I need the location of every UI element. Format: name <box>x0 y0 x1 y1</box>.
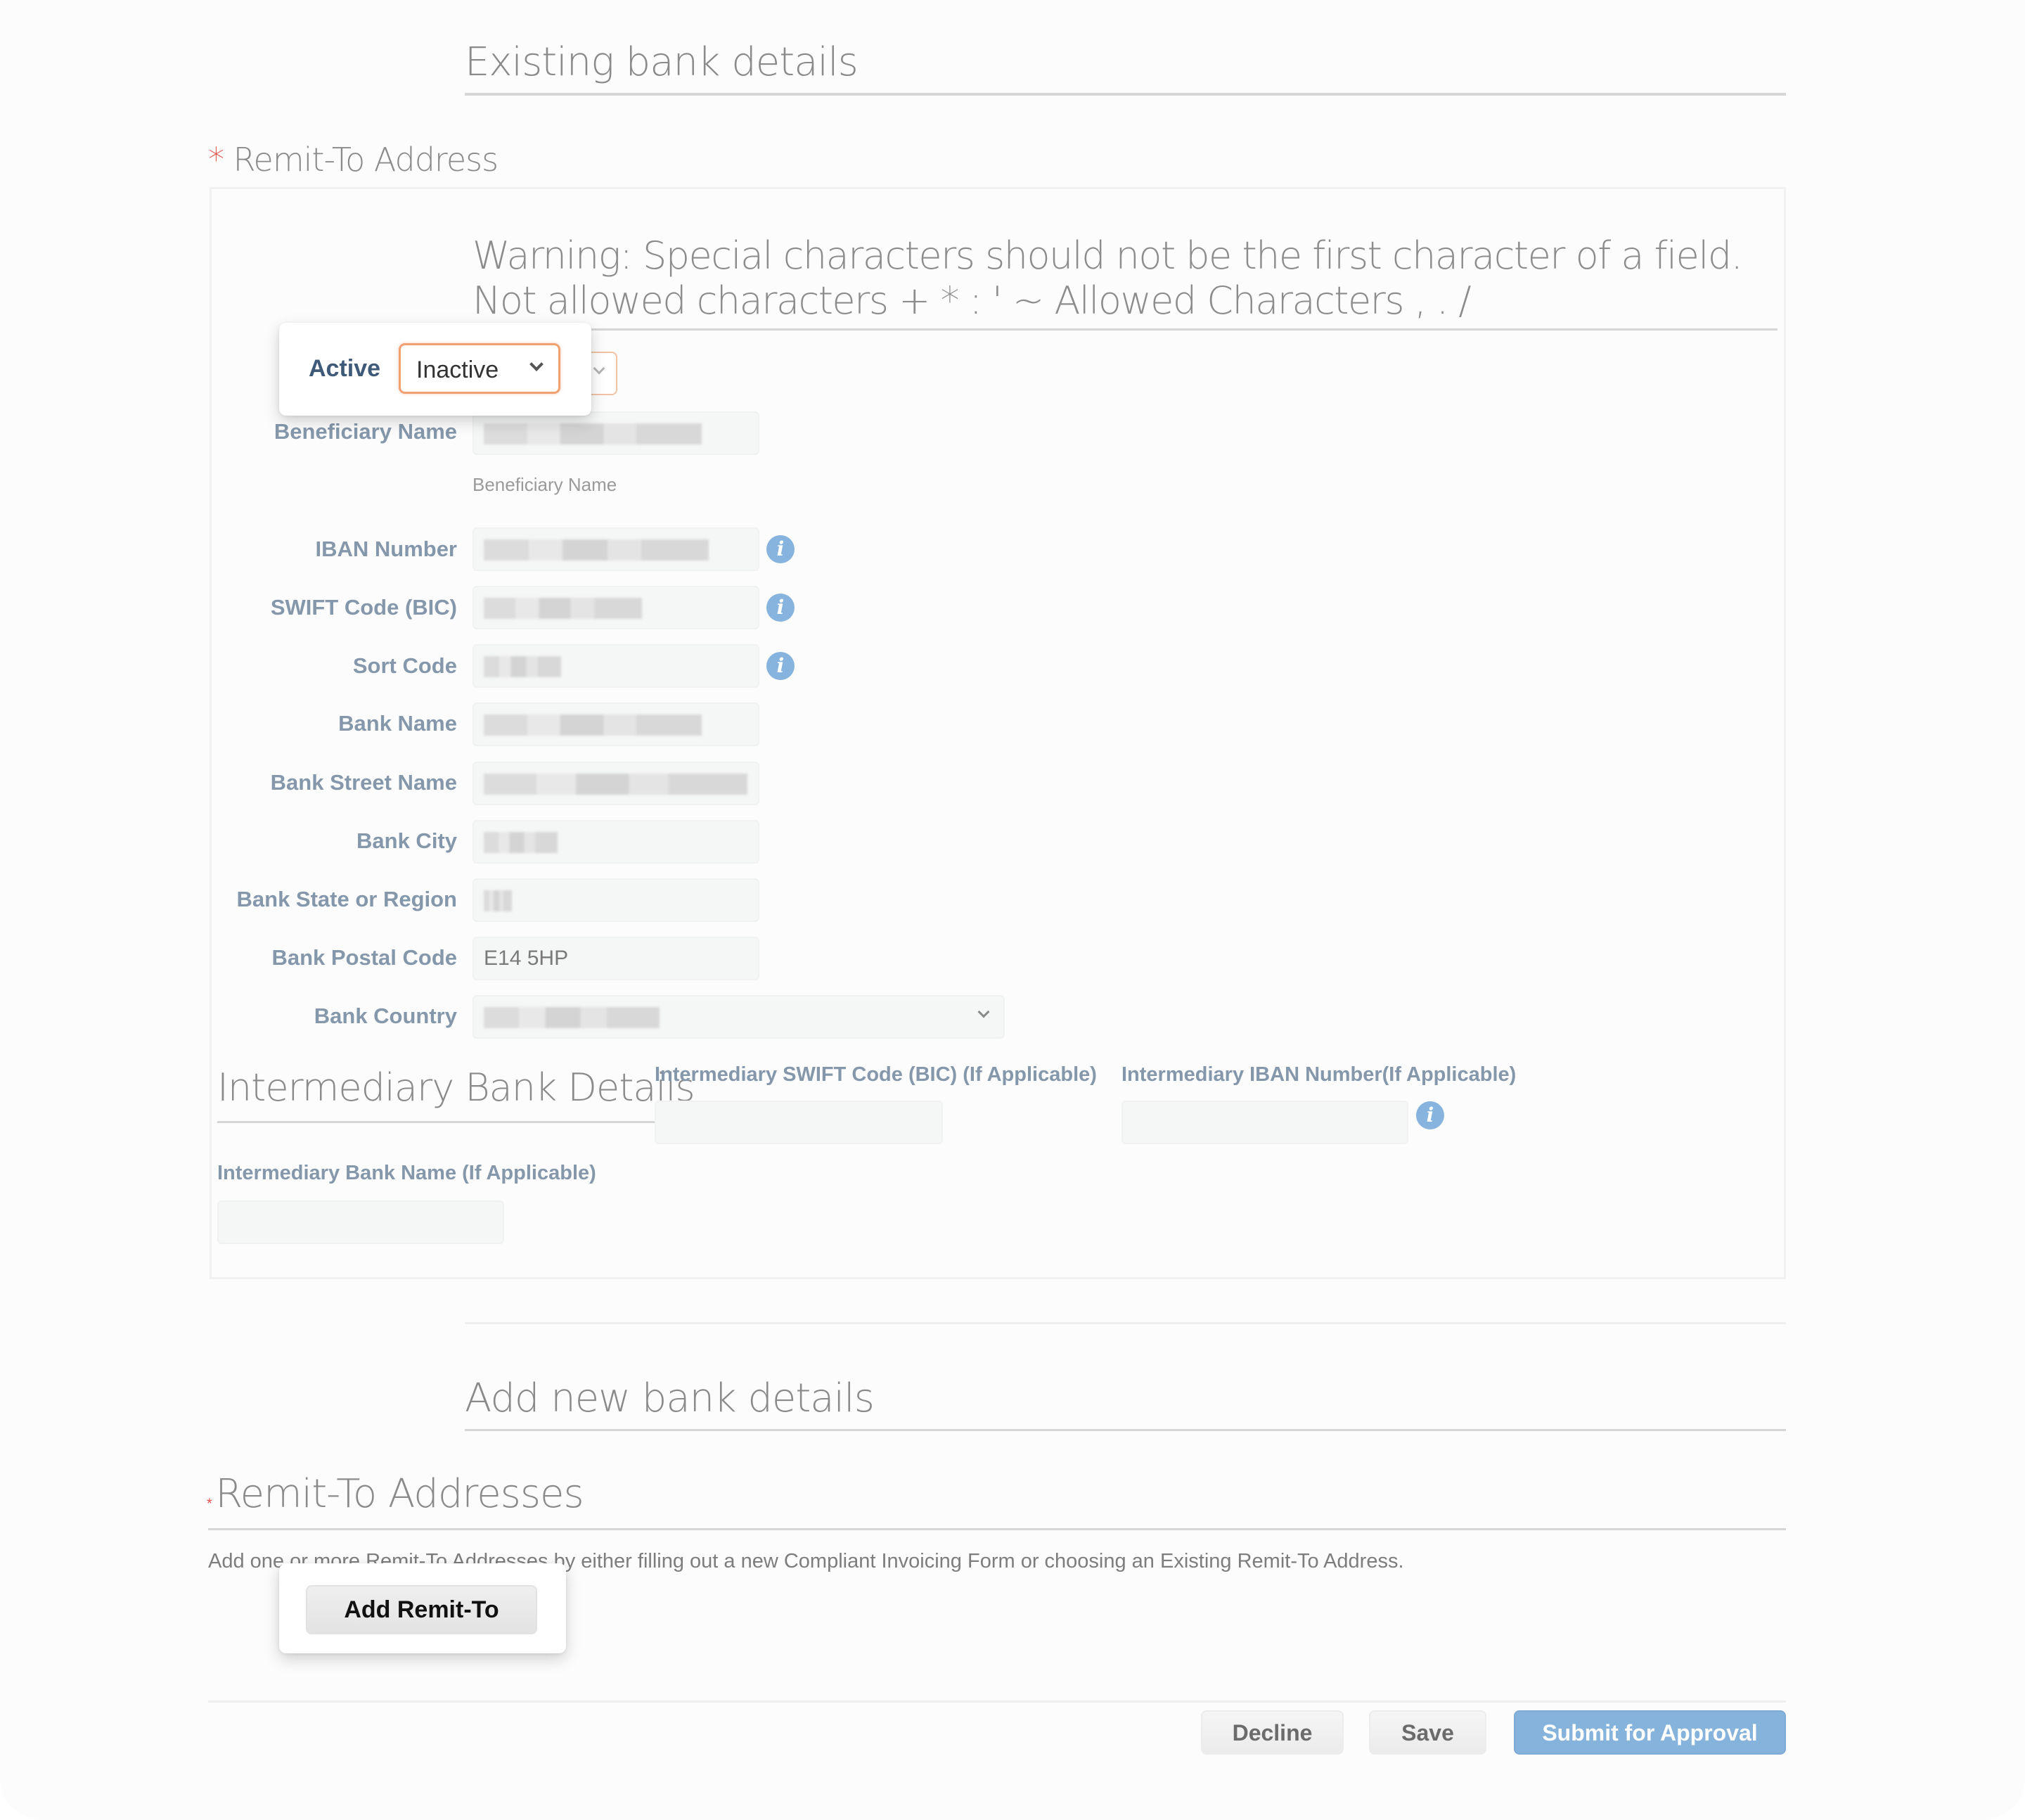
footer-divider <box>208 1700 1786 1703</box>
chevron-down-icon <box>529 357 544 371</box>
chevron-down-icon <box>977 1006 990 1018</box>
redacted-value <box>484 598 642 620</box>
info-icon[interactable]: i <box>766 535 795 563</box>
remit-to-addresses-text: Remit-To Addresses <box>215 1471 584 1517</box>
bank-city-label: Bank City <box>356 828 457 853</box>
redacted-value <box>484 890 512 912</box>
intermediary-bank-name-input[interactable] <box>217 1200 504 1244</box>
info-icon[interactable]: i <box>766 594 795 622</box>
iban-number-input[interactable] <box>472 527 759 571</box>
intermediary-swift-label: Intermediary SWIFT Code (BIC) (If Applic… <box>655 1063 1097 1086</box>
bank-name-label: Bank Name <box>338 711 457 736</box>
page: Existing bank details * Remit-To Address… <box>0 0 2025 1820</box>
bank-country-label: Bank Country <box>314 1004 457 1028</box>
intermediary-divider <box>217 1121 655 1123</box>
redacted-value <box>484 832 558 854</box>
intermediary-iban-input[interactable] <box>1121 1101 1408 1144</box>
redacted-value <box>484 656 561 678</box>
redacted-value <box>484 423 702 445</box>
info-icon[interactable]: i <box>766 652 795 680</box>
bank-postal-code-label: Bank Postal Code <box>271 945 457 970</box>
existing-bank-details-heading: Existing bank details <box>465 39 859 85</box>
info-icon[interactable]: i <box>1416 1101 1444 1129</box>
remit-to-address-text: Remit-To Address <box>233 141 499 179</box>
intermediary-bank-name-label: Intermediary Bank Name (If Applicable) <box>217 1162 596 1184</box>
redacted-value <box>484 1007 660 1029</box>
sort-code-label: Sort Code <box>352 653 457 678</box>
bank-state-label: Bank State or Region <box>236 887 458 911</box>
intermediary-bank-details-heading: Intermediary Bank Details <box>217 1065 695 1110</box>
redacted-value <box>484 774 747 795</box>
special-characters-warning: Warning: Special characters should not b… <box>472 233 1743 323</box>
heading-divider <box>465 93 1786 96</box>
decline-button[interactable]: Decline <box>1201 1710 1344 1755</box>
add-remit-to-button[interactable]: Add Remit-To <box>306 1585 537 1634</box>
intermediary-iban-label: Intermediary IBAN Number(If Applicable) <box>1121 1063 1517 1086</box>
bank-street-name-label: Bank Street Name <box>270 770 457 795</box>
remit-to-addresses-heading: * Remit-To Addresses <box>207 1471 584 1517</box>
bank-name-input[interactable] <box>472 703 759 746</box>
beneficiary-name-hint: Beneficiary Name <box>472 474 617 495</box>
bank-country-select[interactable] <box>472 995 1005 1039</box>
required-marker: * <box>207 1496 212 1512</box>
bank-state-input[interactable] <box>472 878 759 922</box>
submit-for-approval-button[interactable]: Submit for Approval <box>1514 1710 1786 1755</box>
remit-to-address-label: * Remit-To Address <box>208 141 499 179</box>
required-marker: * <box>208 141 224 179</box>
active-label: Active <box>309 355 381 382</box>
swift-code-input[interactable] <box>472 586 759 629</box>
add-new-divider <box>465 1429 1786 1431</box>
beneficiary-name-label: Beneficiary Name <box>274 419 457 444</box>
warning-divider <box>472 328 1778 331</box>
status-select-value: Inactive <box>416 357 499 383</box>
add-remit-to-popover: Add Remit-To <box>279 1563 566 1653</box>
swift-code-label: SWIFT Code (BIC) <box>270 595 457 620</box>
intermediary-swift-input[interactable] <box>655 1101 943 1144</box>
remit-to-divider <box>208 1528 1786 1530</box>
redacted-value <box>484 714 702 736</box>
bank-street-name-input[interactable] <box>472 762 759 805</box>
chevron-down-icon <box>593 362 605 375</box>
bank-city-input[interactable] <box>472 820 759 864</box>
redacted-value <box>484 539 709 561</box>
save-button[interactable]: Save <box>1369 1710 1486 1755</box>
bank-postal-code-input[interactable]: E14 5HP <box>472 937 759 980</box>
status-select[interactable]: Inactive <box>399 343 560 394</box>
iban-number-label: IBAN Number <box>315 537 457 561</box>
section-divider <box>465 1322 1786 1324</box>
add-new-bank-details-heading: Add new bank details <box>465 1376 875 1421</box>
beneficiary-name-input[interactable] <box>472 411 759 455</box>
status-popover: Active Inactive <box>279 323 591 416</box>
sort-code-input[interactable] <box>472 644 759 688</box>
